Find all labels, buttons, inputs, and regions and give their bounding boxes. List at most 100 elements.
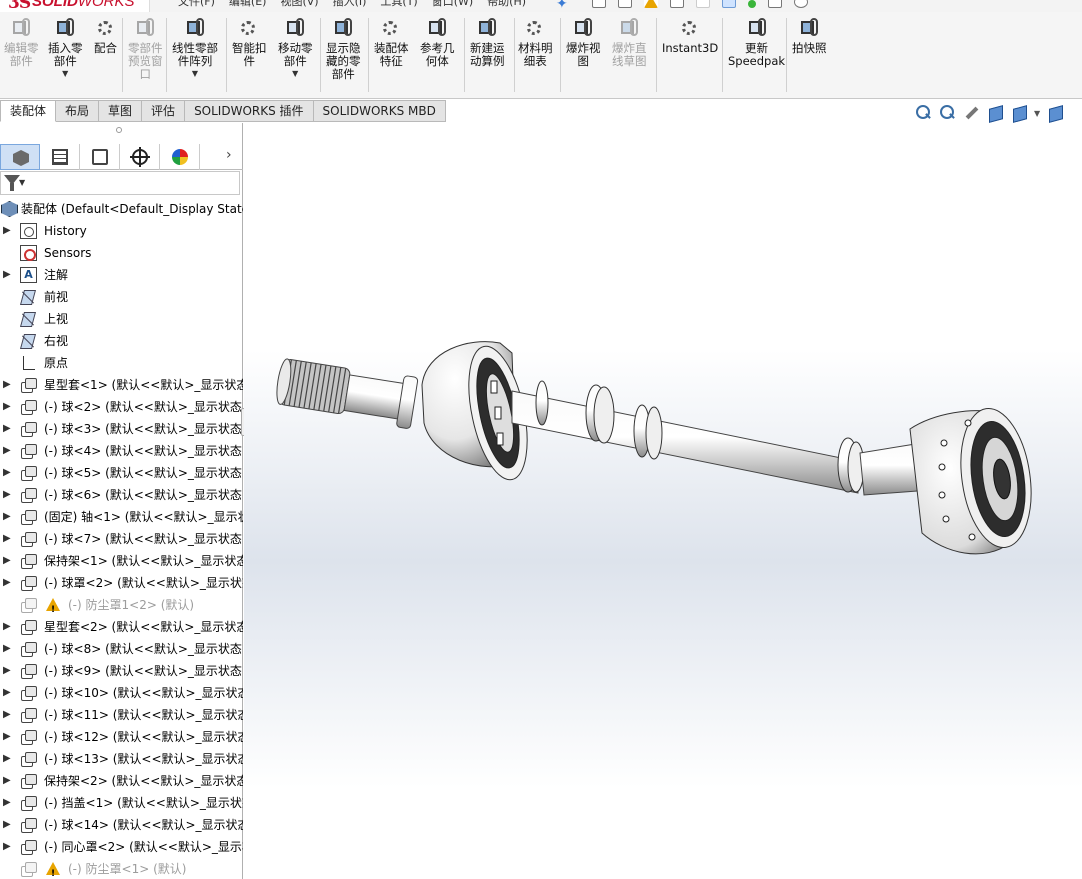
expand-arrow-icon[interactable]: ▶	[3, 374, 11, 396]
expand-arrow-icon[interactable]: ▶	[3, 616, 11, 638]
ribbon-button-bom[interactable]: 材料明 细表	[518, 18, 553, 98]
tree-item[interactable]: ▶ (-) 球<8> (默认<<默认>_显示状态 1>)	[0, 638, 243, 660]
ribbon-button-exploded-view[interactable]: 爆炸视 图	[566, 18, 601, 98]
tree-item[interactable]: ▶ (-) 挡盖<1> (默认<<默认>_显示状态 1>)	[0, 792, 243, 814]
expand-arrow-icon[interactable]: ▶	[3, 220, 11, 242]
tab-3[interactable]: 评估	[142, 100, 186, 122]
tree-item[interactable]: ▶ A 注解	[0, 264, 243, 286]
tree-item[interactable]: 原点	[0, 352, 243, 374]
ribbon-button-mate[interactable]: 配合	[94, 18, 117, 98]
dropdown-caret-icon[interactable]: ▼	[62, 69, 68, 78]
tree-item[interactable]: ▶ History	[0, 220, 243, 242]
tab-2[interactable]: 草图	[99, 100, 143, 122]
ribbon-button-assembly-feature[interactable]: 装配体 特征	[374, 18, 409, 98]
tree-item[interactable]: ▶ (-) 球<2> (默认<<默认>_显示状态 1>)	[0, 396, 243, 418]
expand-arrow-icon[interactable]: ▶	[3, 418, 11, 440]
expand-arrow-icon[interactable]: ▶	[3, 748, 11, 770]
display-style-icon[interactable]	[1046, 104, 1064, 122]
tab-0[interactable]: 装配体	[0, 100, 57, 122]
tree-item[interactable]: 前视	[0, 286, 243, 308]
expand-arrow-icon[interactable]: ▶	[3, 396, 11, 418]
tree-item[interactable]: ▶ (-) 球<14> (默认<<默认>_显示状态 1>)	[0, 814, 243, 836]
feature-manager-tab[interactable]	[0, 144, 40, 170]
filter-funnel-icon[interactable]	[4, 175, 20, 191]
tree-item[interactable]: ▶ (-) 同心罩<2> (默认<<默认>_显示状态 1>)	[0, 836, 243, 858]
section-view-icon[interactable]	[986, 104, 1004, 122]
ribbon-button-smart-fastener[interactable]: 智能扣 件	[232, 18, 267, 98]
view-orientation-dropdown-icon[interactable]: ▼	[1034, 109, 1040, 118]
previous-view-icon[interactable]	[962, 104, 980, 122]
tree-item[interactable]: ▶ (-) 球<7> (默认<<默认>_显示状态 1>)	[0, 528, 243, 550]
tree-item[interactable]: ▶ (-) 球罩<2> (默认<<默认>_显示状态 1>)	[0, 572, 243, 594]
tree-item[interactable]: (-) 防尘罩<1> (默认)	[0, 858, 243, 879]
ribbon-button-linear-pattern[interactable]: 线性零部 件阵列 ▼	[172, 18, 218, 98]
expand-arrow-icon[interactable]: ▶	[3, 528, 11, 550]
dropdown-caret-icon[interactable]: ▼	[192, 69, 198, 78]
expand-arrow-icon[interactable]: ▶	[3, 792, 11, 814]
traffic-light-icon[interactable]	[748, 0, 756, 8]
ribbon-button-instant3d[interactable]: Instant3D	[662, 18, 718, 98]
expand-arrow-icon[interactable]: ▶	[3, 814, 11, 836]
tree-item[interactable]: ▶ 星型套<2> (默认<<默认>_显示状态 1>)	[0, 616, 243, 638]
expand-arrow-icon[interactable]: ▶	[3, 484, 11, 506]
menu-item[interactable]: 窗口(W)	[430, 0, 475, 9]
tab-1[interactable]: 布局	[56, 100, 100, 122]
pin-icon[interactable]: ✦	[556, 0, 568, 12]
tree-item[interactable]: ▶ (固定) 轴<1> (默认<<默认>_显示状态 1>)	[0, 506, 243, 528]
tree-item[interactable]: ▶ 保持架<1> (默认<<默认>_显示状态 1>)	[0, 550, 243, 572]
expand-arrow-icon[interactable]: ▶	[3, 550, 11, 572]
zoom-to-fit-icon[interactable]	[914, 104, 932, 122]
tree-item[interactable]: ▶ (-) 球<11> (默认<<默认>_显示状态 1>)	[0, 704, 243, 726]
rebuild-warning-icon[interactable]	[644, 0, 658, 8]
menu-item[interactable]: 文件(F)	[176, 0, 217, 9]
file-properties-icon[interactable]	[768, 0, 782, 8]
expand-arrow-icon[interactable]: ▶	[3, 440, 11, 462]
tree-item[interactable]: ▶ (-) 球<12> (默认<<默认>_显示状态 1>)	[0, 726, 243, 748]
tree-item[interactable]: ▶ 保持架<2> (默认<<默认>_显示状态 1>)	[0, 770, 243, 792]
panel-splitter-handle[interactable]	[116, 127, 122, 133]
expand-arrow-icon[interactable]: ▶	[3, 264, 11, 286]
ribbon-button-show-hidden[interactable]: 显示隐 藏的零 部件	[326, 18, 361, 98]
ribbon-button-motion-study[interactable]: 新建运 动算例	[470, 18, 505, 98]
ribbon-button-edit-component[interactable]: 编辑零 部件	[4, 18, 39, 98]
new-document-icon[interactable]	[592, 0, 606, 8]
zoom-to-area-icon[interactable]	[938, 104, 956, 122]
tree-item[interactable]: Sensors	[0, 242, 243, 264]
menu-item[interactable]: 帮助(H)	[485, 0, 528, 9]
solidworks-logo[interactable]: 3S SOLIDWORKS	[0, 0, 150, 12]
menu-item[interactable]: 工具(T)	[378, 0, 419, 9]
expand-arrow-icon[interactable]: ▶	[3, 660, 11, 682]
ribbon-button-component-preview[interactable]: 零部件 预览窗 口	[128, 18, 163, 98]
tab-4[interactable]: SOLIDWORKS 插件	[185, 100, 314, 122]
select-icon[interactable]	[722, 0, 736, 8]
menu-item[interactable]: 编辑(E)	[227, 0, 269, 9]
ribbon-button-reference-geometry[interactable]: 参考几 何体	[420, 18, 455, 98]
ribbon-button-explode-line-sketch[interactable]: 爆炸直 线草图	[612, 18, 647, 98]
expand-arrow-icon[interactable]: ▶	[3, 770, 11, 792]
graphics-viewport[interactable]	[244, 123, 1082, 879]
tree-filter-bar[interactable]: ▼	[0, 171, 240, 195]
menu-item[interactable]: 插入(I)	[331, 0, 369, 9]
tree-item[interactable]: 右视	[0, 330, 243, 352]
tree-item[interactable]: (-) 防尘罩1<2> (默认)	[0, 594, 243, 616]
expand-arrow-icon[interactable]: ▶	[3, 638, 11, 660]
tree-item[interactable]: ▶ (-) 球<13> (默认<<默认>_显示状态 1>)	[0, 748, 243, 770]
expand-arrow-icon[interactable]: ▶	[3, 682, 11, 704]
expand-arrow-icon[interactable]: ▶	[3, 462, 11, 484]
expand-arrow-icon[interactable]: ▶	[3, 726, 11, 748]
options-gear-icon[interactable]	[794, 0, 808, 8]
print-icon[interactable]	[670, 0, 684, 8]
tree-item[interactable]: ▶ (-) 球<9> (默认<<默认>_显示状态 1>)	[0, 660, 243, 682]
undo-icon[interactable]	[696, 0, 710, 8]
tree-item[interactable]: ▶ 星型套<1> (默认<<默认>_显示状态 1>)	[0, 374, 243, 396]
expand-arrow-icon[interactable]: ▶	[3, 506, 11, 528]
view-orientation-icon[interactable]	[1010, 104, 1028, 122]
tree-item[interactable]: ▶ (-) 球<5> (默认<<默认>_显示状态 1>)	[0, 462, 243, 484]
menu-item[interactable]: 视图(V)	[278, 0, 320, 9]
ribbon-button-snapshot[interactable]: 拍快照	[792, 18, 827, 98]
expand-arrow-icon[interactable]: ▶	[3, 704, 11, 726]
expand-arrow-icon[interactable]: ▶	[3, 836, 11, 858]
tree-item[interactable]: ▶ (-) 球<6> (默认<<默认>_显示状态 1>)	[0, 484, 243, 506]
property-manager-tab[interactable]	[40, 144, 80, 170]
tree-item[interactable]: 上视	[0, 308, 243, 330]
